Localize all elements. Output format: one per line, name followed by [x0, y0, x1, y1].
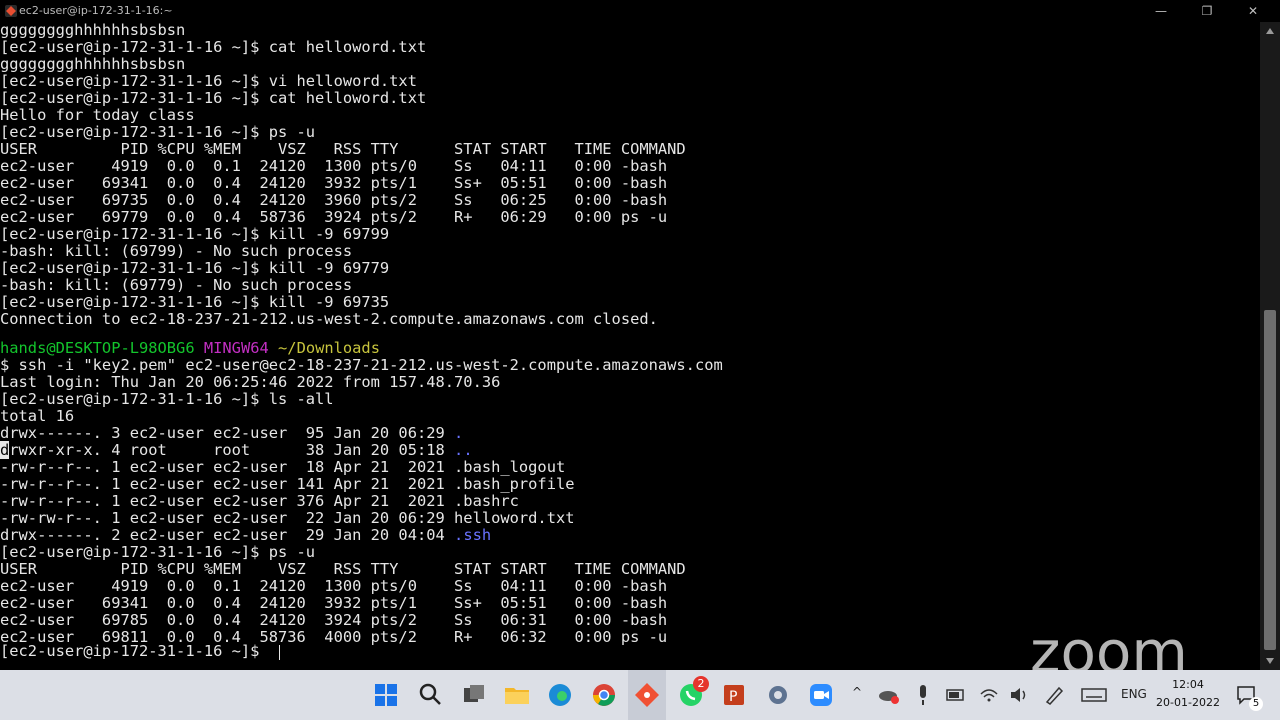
terminal-line: gggggggghhhhhhsbsbsn: [0, 55, 186, 73]
terminal-line: Connection to ec2-18-237-21-212.us-west-…: [0, 310, 658, 328]
windows-start-icon[interactable]: [371, 680, 401, 710]
terminal-line: -rw-rw-r--. 1 ec2-user ec2-user 22 Jan 2…: [0, 509, 575, 527]
powerpoint-icon[interactable]: P: [719, 680, 749, 710]
terminal-line: [ec2-user@ip-172-31-1-16 ~]$ ps -u: [0, 543, 316, 561]
terminal-line: ec2-user 69341 0.0 0.4 24120 3932 pts/1 …: [0, 174, 668, 192]
maximize-button[interactable]: ❐: [1184, 0, 1230, 22]
terminal-line: ec2-user 4919 0.0 0.1 24120 1300 pts/0 S…: [0, 577, 668, 595]
wifi-icon[interactable]: [978, 682, 1000, 708]
dir-name: ..: [454, 441, 473, 459]
taskbar: P ^ ENG 12:04 20-01-2022 5: [0, 670, 1280, 720]
terminal-prompt[interactable]: [ec2-user@ip-172-31-1-16 ~]$: [0, 643, 269, 660]
settings-gear-icon[interactable]: [763, 680, 793, 710]
whatsapp-unread-badge: 2: [693, 676, 709, 692]
terminal-line: ec2-user 69779 0.0 0.4 58736 3924 pts/2 …: [0, 208, 668, 226]
terminal-line: ec2-user 69785 0.0 0.4 24120 3924 pts/2 …: [0, 611, 668, 629]
terminal-line: [ec2-user@ip-172-31-1-16 ~]$ kill -9 697…: [0, 259, 390, 277]
terminal-line: ec2-user 69735 0.0 0.4 24120 3960 pts/2 …: [0, 191, 668, 209]
minimize-button[interactable]: —: [1138, 0, 1184, 22]
battery-icon[interactable]: [945, 682, 967, 708]
terminal-line: ec2-user 69341 0.0 0.4 24120 3932 pts/1 …: [0, 594, 668, 612]
volume-icon[interactable]: [1008, 682, 1030, 708]
window-title: ec2-user@ip-172-31-1-16:~: [19, 4, 173, 17]
terminal-line: -bash: kill: (69799) - No such process: [0, 242, 353, 260]
zoom-app-icon[interactable]: [806, 680, 836, 710]
window-titlebar: ec2-user@ip-172-31-1-16:~ — ❐ ✕: [0, 0, 1280, 22]
terminal-line: [ec2-user@ip-172-31-1-16 ~]$ cat hellowo…: [0, 38, 427, 56]
svg-text:P: P: [729, 689, 737, 705]
terminal-line: -rw-r--r--. 1 ec2-user ec2-user 18 Apr 2…: [0, 458, 566, 476]
bash-prompt-header: hands@DESKTOP-L98OBG6 MINGW64 ~/Download…: [0, 340, 380, 357]
terminal-line: drwx------. 2 ec2-user ec2-user 29 Jan 2…: [0, 527, 491, 544]
onedrive-icon[interactable]: [876, 682, 902, 708]
terminal-line: [ec2-user@ip-172-31-1-16 ~]$ kill -9 697…: [0, 225, 390, 243]
terminal-line: Hello for today class: [0, 106, 195, 124]
prompt-env: MINGW64: [203, 339, 269, 357]
notification-count-badge: 5: [1249, 697, 1263, 711]
terminal-line: [ec2-user@ip-172-31-1-16 ~]$ vi hellowor…: [0, 72, 417, 90]
terminal-line: [ec2-user@ip-172-31-1-16 ~]$ cat hellowo…: [0, 89, 427, 107]
terminal-output[interactable]: gggggggghhhhhhsbsbsn [ec2-user@ip-172-31…: [0, 22, 1260, 670]
terminal-line: [ec2-user@ip-172-31-1-16 ~]$ ls -all: [0, 390, 334, 408]
selection-cursor: d: [0, 441, 10, 459]
file-explorer-icon[interactable]: [502, 680, 532, 710]
terminal-line: USER PID %CPU %MEM VSZ RSS TTY STAT STAR…: [0, 560, 686, 578]
dir-name: .ssh: [454, 526, 492, 544]
prompt-user-host: hands@DESKTOP-L98OBG6: [0, 339, 195, 357]
language-indicator[interactable]: ENG: [1121, 687, 1147, 701]
prompt-path: ~/Downloads: [278, 339, 380, 357]
task-view-icon[interactable]: [459, 680, 489, 710]
close-button[interactable]: ✕: [1230, 0, 1276, 22]
microphone-icon[interactable]: [912, 682, 934, 708]
clock[interactable]: 12:04 20-01-2022: [1154, 676, 1222, 712]
terminal-line: -rw-r--r--. 1 ec2-user ec2-user 376 Apr …: [0, 492, 519, 510]
search-icon[interactable]: [415, 680, 445, 710]
git-bash-icon: [5, 5, 17, 17]
show-hidden-icons-chevron-icon[interactable]: ^: [852, 685, 862, 699]
terminal-line: -bash: kill: (69779) - No such process: [0, 276, 353, 294]
terminal-line: USER PID %CPU %MEM VSZ RSS TTY STAT STAR…: [0, 140, 686, 158]
listing-text: drwx------. 3 ec2-user ec2-user 95 Jan 2…: [0, 424, 455, 442]
clock-time: 12:04: [1172, 678, 1204, 691]
terminal-line: -rw-r--r--. 1 ec2-user ec2-user 141 Apr …: [0, 475, 575, 493]
terminal-line: drwxr-xr-x. 4 root root 38 Jan 20 05:18 …: [0, 441, 473, 459]
terminal-line: total 16: [0, 407, 75, 425]
scroll-down-arrow-icon[interactable]: [1266, 658, 1274, 664]
scrollbar-thumb[interactable]: [1264, 310, 1276, 650]
listing-text: rwxr-xr-x. 4 root root 38 Jan 20 05:18: [9, 441, 455, 459]
terminal-line: ec2-user 4919 0.0 0.1 24120 1300 pts/0 S…: [0, 157, 668, 175]
chrome-browser-icon[interactable]: [589, 680, 619, 710]
terminal-line: gggggggghhhhhhsbsbsn: [0, 22, 186, 39]
terminal-line: Last login: Thu Jan 20 06:25:46 2022 fro…: [0, 373, 501, 391]
edge-browser-icon[interactable]: [545, 680, 575, 710]
terminal-line: [ec2-user@ip-172-31-1-16 ~]$ ps -u: [0, 123, 316, 141]
pen-icon[interactable]: [1043, 682, 1065, 708]
text-cursor: [279, 645, 280, 660]
terminal-line: drwx------. 3 ec2-user ec2-user 95 Jan 2…: [0, 425, 463, 442]
terminal-line: $ ssh -i "key2.pem" ec2-user@ec2-18-237-…: [0, 356, 723, 374]
clock-date: 20-01-2022: [1156, 696, 1220, 709]
git-bash-icon[interactable]: [632, 680, 662, 710]
touch-keyboard-icon[interactable]: [1080, 682, 1108, 708]
terminal-line: [ec2-user@ip-172-31-1-16 ~]$ kill -9 697…: [0, 293, 390, 311]
listing-text: drwx------. 2 ec2-user ec2-user 29 Jan 2…: [0, 526, 455, 544]
scroll-up-arrow-icon[interactable]: [1266, 28, 1274, 34]
dir-name: .: [454, 424, 464, 442]
